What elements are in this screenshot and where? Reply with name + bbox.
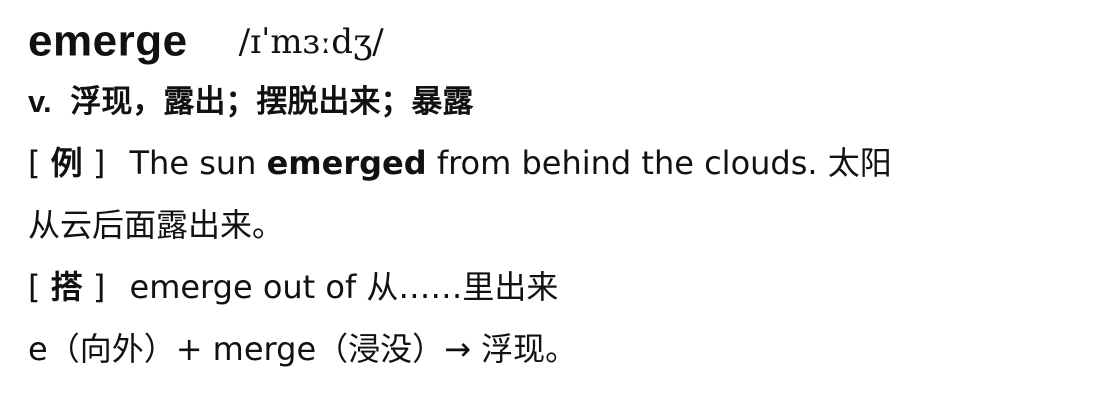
example-tag-open: [: [28, 144, 41, 182]
dictionary-entry: emerge /ɪˈmɜːdʒ/ v. 浮现，露出；摆脱出来；暴露 [ 例 ] …: [28, 10, 1098, 380]
example-tag-label: 例: [50, 144, 83, 182]
dictionary-entry-page: { "entry": { "headword": "emerge", "phon…: [0, 0, 1116, 418]
collocation-tag-label: 搭: [50, 268, 83, 306]
example-line: [ 例 ] The sun emerged from behind the cl…: [28, 132, 1098, 194]
definition-line: v. 浮现，露出；摆脱出来；暴露: [28, 72, 1098, 132]
collocation-line: [ 搭 ] emerge out of 从……里出来: [28, 256, 1098, 318]
collocation-tag: [ 搭 ]: [28, 268, 116, 306]
example-tag-close: ]: [92, 144, 106, 182]
collocation-tag-close: ]: [92, 268, 106, 306]
example-translation: 从云后面露出来。: [28, 206, 285, 244]
headword-line: emerge /ɪˈmɜːdʒ/: [28, 10, 1098, 72]
headword: emerge: [28, 16, 188, 66]
collocation-tag-open: [: [28, 268, 41, 306]
collocation-text: emerge out of 从……里出来: [129, 268, 559, 306]
etymology-text: e（向外）+ merge（浸没）→ 浮现。: [28, 330, 578, 368]
example-sentence-start: The sun: [129, 144, 267, 182]
part-of-speech: v.: [28, 84, 52, 119]
definition-text: 浮现，露出；摆脱出来；暴露: [70, 84, 474, 120]
example-sentence-end: from behind the clouds. 太阳: [426, 144, 892, 182]
phonetic-transcription: /ɪˈmɜːdʒ/: [238, 21, 384, 62]
example-keyword: emerged: [266, 144, 427, 182]
example-translation-line: 从云后面露出来。: [28, 194, 1098, 256]
etymology-line: e（向外）+ merge（浸没）→ 浮现。: [28, 318, 1098, 380]
example-tag: [ 例 ]: [28, 144, 116, 182]
